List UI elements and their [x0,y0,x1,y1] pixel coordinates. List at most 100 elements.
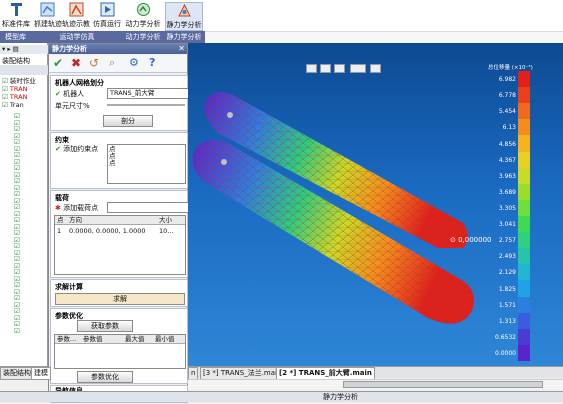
legend-title: 总位移量 (×10⁻³) [488,65,533,71]
teach-trajectory-button[interactable]: 轨迹示教 [62,2,90,29]
close-icon[interactable]: ✕ [178,44,185,54]
constraint-section: 约束 ✔ 添加约束点 点 点 点 [50,132,188,189]
3d-viewport[interactable]: ⊙ 0,000000 总位移量 (×10⁻³) 6.982 6.778 5.454 6… [188,43,563,366]
legend-swatch [518,151,530,168]
legend-swatch [518,280,530,297]
legend-value: 3.041 [498,221,516,229]
load-table: 点 方向 大小 1 0.0000, 0.0000, 1.0000 10... [54,215,186,275]
statics-panel: 静力学分析 ✕ ✔ ✖ ↺ ⌕ ⚙ ? 机器人网格划分 ✔ 机器人 TRANS_… [48,43,190,403]
legend-value: 6.13 [502,124,516,132]
legend-scale: 6.982 6.778 5.454 6.13 4.856 4.367 3.963 3.689 3… [488,71,530,361]
legend-value: 1.571 [498,301,516,309]
bottom-tabs: 装配结构 建模 [0,366,51,380]
gear-icon[interactable]: ⚙ [129,56,139,69]
legend-value: 2.757 [498,237,516,245]
unit-size-slider[interactable] [107,104,185,106]
legend-swatch [518,87,530,104]
legend-swatch [518,312,530,329]
legend-value: 4.856 [498,140,516,148]
legend-swatch [518,216,530,233]
group-model-library: 模型库 [0,31,32,43]
group-kinematics: 运动学仿真 [31,31,124,43]
tree-item[interactable]: ☑ Tran [2,101,36,109]
legend-swatch [518,183,530,200]
ribbon-empty-area [205,31,563,43]
legend-value: 6.778 [498,92,516,100]
tree-item[interactable]: ☑ TRAN [2,85,36,93]
tree-tabs [0,65,48,75]
optimize-button[interactable]: 参数优化 [77,371,133,383]
legend-swatch [518,232,530,249]
scrollbar-thumb[interactable] [343,381,543,388]
statics-analysis-button[interactable]: 静力学分析 [165,2,203,31]
fetch-params-button[interactable]: 获取参数 [77,320,133,332]
table-header: 参数... 参数值 最大值 最小值 [55,335,185,344]
bolt-hole [227,112,233,118]
solve-section: 求解计算 求解 [50,279,188,307]
run-simulation-icon [100,2,114,17]
mesh-section: 机器人网格划分 ✔ 机器人 TRANS_前大臂 单元尺寸% 剖分 [50,75,189,131]
mesh-section-title: 机器人网格划分 [55,79,104,87]
legend-value: 3.689 [498,188,516,196]
legend-value: 1.313 [498,317,516,325]
cancel-icon[interactable]: ✖ [71,56,81,70]
robot-label: ✔ 机器人 [55,90,85,98]
confirm-icon[interactable]: ✔ [53,56,63,70]
standard-parts-button[interactable]: 标准件库 [2,2,30,29]
tree-toolbar: ▾ ▸ ▤ [0,45,48,54]
robot-field[interactable]: TRANS_前大臂 [107,88,189,99]
unit-size-label: 单元尺寸% [55,102,90,110]
horizontal-scrollbar[interactable] [188,379,563,389]
legend-value: 5.454 [498,108,516,116]
status-text: 静力学分析 [323,393,358,401]
legend-value: 0.6532 [495,333,516,341]
create-trajectory-button[interactable]: 抓建轨迹 [34,2,62,29]
legend-swatch [518,119,530,136]
assembly-tree-panel: ▾ ▸ ▤ 装配结构 ☑ 装时作业 ☑ TRAN ☑ TRAN ☑ Tran ☑… [0,43,48,371]
legend-value: 2.493 [498,253,516,261]
legend-swatch [518,328,530,345]
teach-trajectory-icon [69,2,83,17]
run-simulation-button[interactable]: 仿真运行 [93,2,121,29]
table-header: 点 方向 大小 [55,216,185,225]
optimization-section: 参数优化 获取参数 参数... 参数值 最大值 最小值 参数优化 [50,308,188,384]
create-trajectory-icon [40,2,54,17]
tab-assembly[interactable]: 装配结构 [0,367,34,380]
tree-item[interactable]: ☑ 装时作业 [2,77,36,85]
standard-parts-icon [10,3,22,16]
legend-value: 2.129 [498,269,516,277]
legend-value: 0.0000 [495,349,516,357]
list-item[interactable]: 点 [109,160,184,167]
panel-title: 静力学分析 [49,44,187,54]
help-icon[interactable]: ? [149,56,155,69]
add-constraint[interactable]: ✔ 添加约束点 [55,144,98,154]
tree-checkbox-column: ☑ ☑ ☑ ☑ ☑ ☑ ☑ ☑ ☑ ☑ ☑ ☑ ☑ ☑ ☑ ☑ ☑ ☑ ☑ ☑ ☑ ☑ ☑ ☑ ☑ ☑ ☑ ☑ ☑ ☑ ☑ ☑ ☑ ☑ [14,112,20,335]
solve-button[interactable]: 求解 [55,293,185,305]
legend-swatch [518,71,530,88]
legend-swatch [518,264,530,281]
add-load[interactable]: ✱ 添加载荷点 [55,203,98,213]
load-point-field[interactable] [107,202,190,213]
mesh-button[interactable]: 剖分 [103,115,153,127]
search-icon[interactable]: ⌕ [109,56,115,70]
undo-icon[interactable]: ↺ [89,56,99,70]
tree-item[interactable]: ☑ TRAN [2,93,36,101]
dynamics-analysis-button[interactable]: 动力学分析 [125,2,161,29]
group-statics: 静力学分析 [163,31,206,43]
document-tabs: n [3 *] TRANS_法兰.main [2 *] TRANS_前大臂.ma… [188,366,563,380]
table-row[interactable]: 1 0.0000, 0.0000, 1.0000 10... [55,227,185,236]
tab-build[interactable]: 建模 [31,367,51,380]
load-marker-label: ⊙ 0,000000 [450,236,492,244]
legend-value: 6.982 [498,76,516,84]
tree-list: ☑ 装时作业 ☑ TRAN ☑ TRAN ☑ Tran [2,77,36,109]
legend-swatch [518,103,530,120]
legend-value: 4.367 [498,156,516,164]
constraint-list[interactable]: 点 点 点 [107,144,186,184]
bolt-hole [221,159,227,165]
legend-value: 1.825 [498,285,516,293]
status-bar: 静力学分析 [0,391,563,402]
legend-value: 3.963 [498,172,516,180]
list-item[interactable]: 点 [109,146,184,153]
list-item[interactable]: 点 [109,153,184,160]
legend-swatch [518,296,530,313]
